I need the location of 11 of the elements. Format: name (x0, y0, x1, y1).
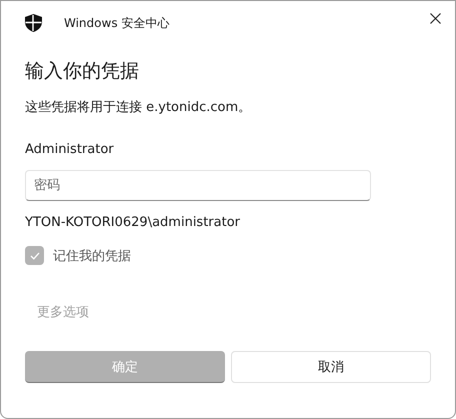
domain-user-text: YTON-KOTORI0629\administrator (25, 215, 242, 230)
close-icon (430, 12, 440, 24)
remember-label: 记住我的凭据 (53, 248, 131, 264)
description-text: 这些凭据将用于连接 e.ytonidc.com。 (25, 99, 252, 116)
shield-icon (25, 14, 42, 32)
check-icon (30, 252, 40, 260)
username-label: Administrator (25, 142, 115, 157)
window-title: Windows 安全中心 (64, 14, 170, 32)
cancel-button[interactable]: 取消 (231, 351, 431, 383)
password-field[interactable]: 密码 (25, 170, 371, 201)
dialog-heading: 输入你的凭据 (25, 59, 140, 84)
